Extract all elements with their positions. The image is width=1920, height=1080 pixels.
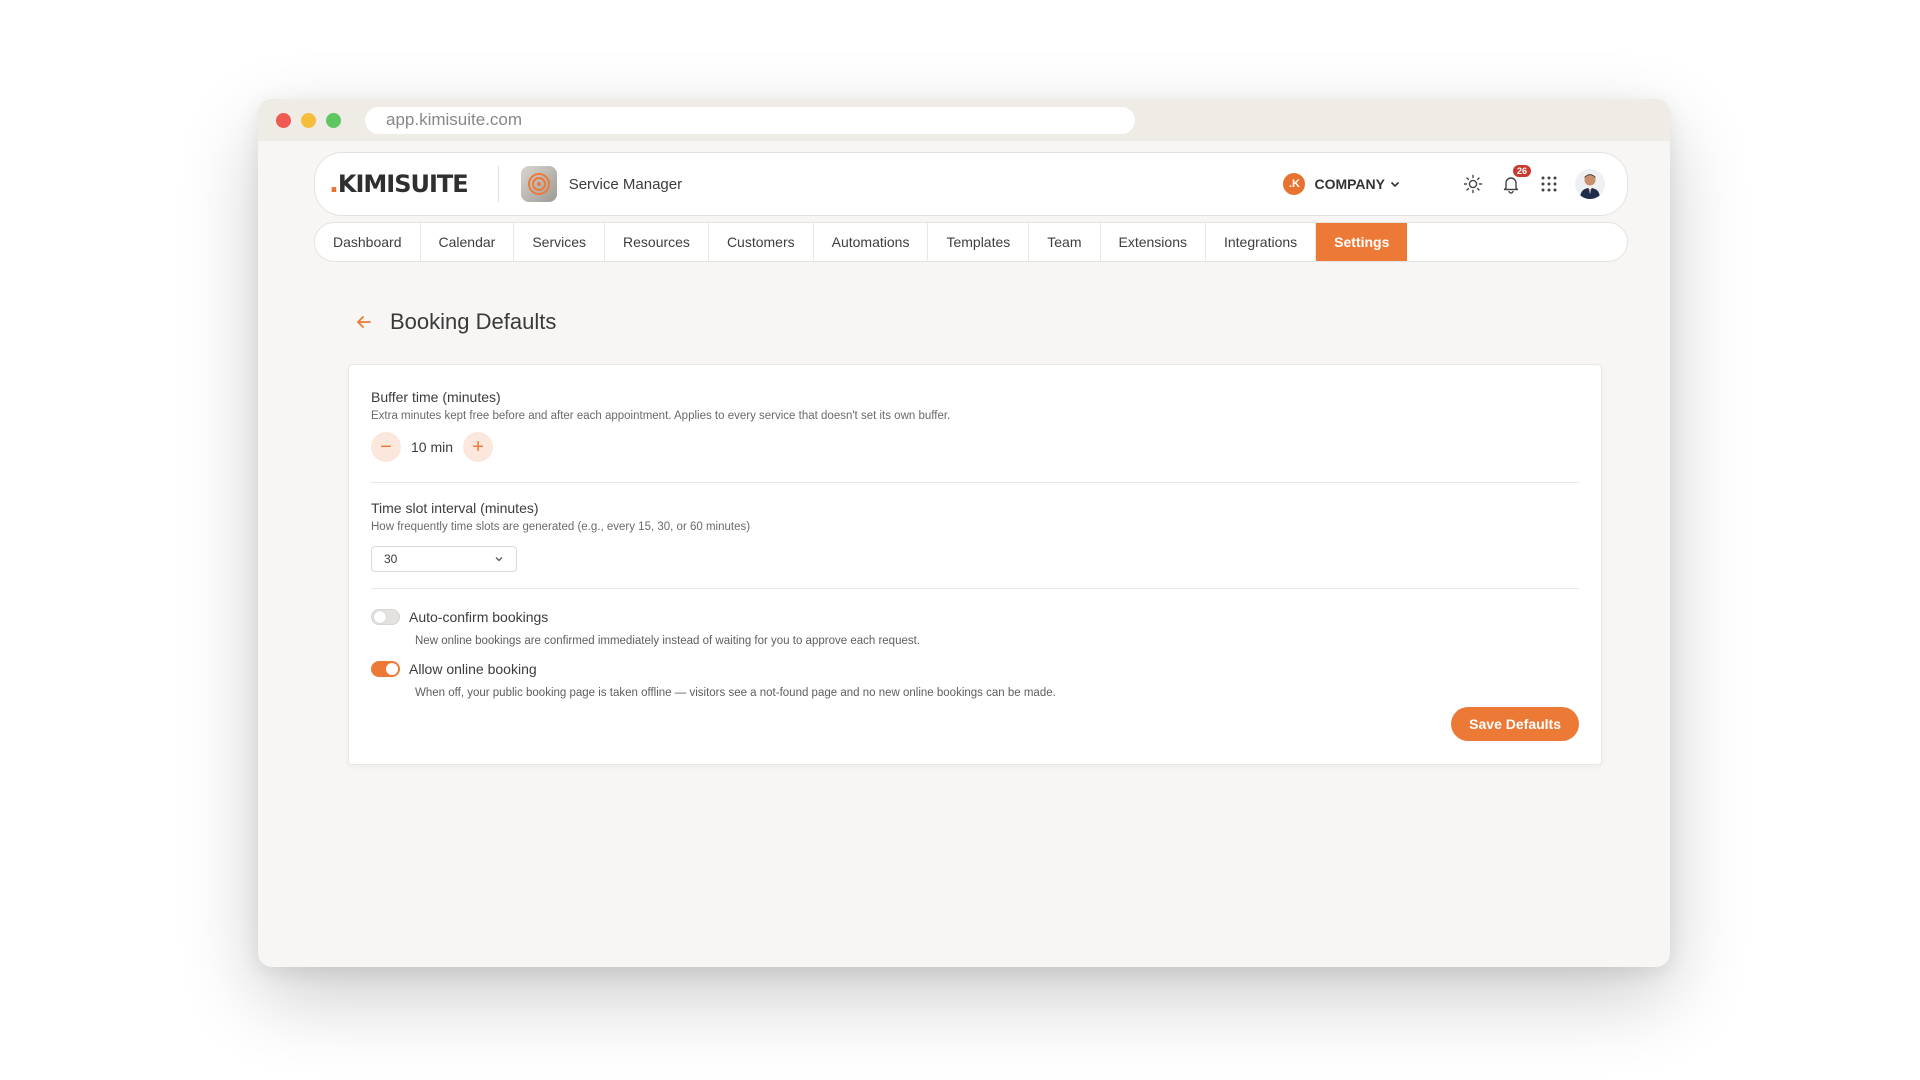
kimisuite-logo[interactable]: . KIMISUITE (329, 169, 469, 199)
tab-label: Extensions (1118, 234, 1187, 250)
auto-confirm-row: Auto-confirm bookings New online booking… (371, 609, 1581, 647)
company-switcher[interactable]: .K COMPANY (1283, 173, 1401, 195)
auto-confirm-toggle[interactable] (371, 609, 400, 625)
tab-label: Customers (726, 234, 795, 250)
tab-label: Settings (1334, 234, 1390, 250)
toggle-knob (386, 663, 398, 675)
tab-resources[interactable]: Resources (605, 223, 709, 261)
tab-extensions[interactable]: Extensions (1101, 223, 1206, 261)
tab-integrations[interactable]: Integrations (1206, 223, 1317, 261)
bell-icon[interactable]: 26 (1499, 165, 1531, 196)
app-header: . KIMISUITE Service Manager .K COMPANY 2… (314, 152, 1628, 216)
tab-templates[interactable]: Templates (928, 223, 1030, 261)
header-divider (497, 166, 499, 202)
browser-window: app.kimisuite.com . KIMISUITE Service Ma… (258, 99, 1670, 967)
online-booking-description: When off, your public booking page is ta… (415, 687, 1056, 699)
tab-label: Dashboard (333, 234, 402, 250)
time-slot-interval-section: Time slot interval (minutes) How frequen… (371, 500, 1581, 572)
time-slot-interval-label: Time slot interval (minutes) (371, 500, 539, 516)
booking-defaults-card: Buffer time (minutes) Extra minutes kept… (348, 364, 1602, 765)
notification-count-badge: 26 (1512, 165, 1531, 177)
online-booking-label: Allow online booking (409, 661, 537, 677)
page-title: Booking Defaults (390, 309, 557, 334)
tab-label: Automations (831, 234, 910, 250)
increment-buffer-button[interactable]: + (463, 432, 494, 462)
toggle-knob (374, 611, 386, 623)
auto-confirm-description: New online bookings are confirmed immedi… (415, 635, 921, 647)
time-slot-interval-description: How frequently time slots are generated … (371, 521, 751, 533)
main-navigation: Dashboard Calendar Services Resources Cu… (314, 222, 1628, 262)
selected-interval-value: 30 (384, 552, 398, 566)
address-bar[interactable]: app.kimisuite.com (365, 106, 1135, 134)
chevron-down-icon (495, 557, 503, 562)
minimize-window-button[interactable] (301, 112, 316, 128)
chevron-down-icon (1390, 181, 1400, 188)
time-slot-interval-select[interactable]: 30 (371, 546, 517, 572)
tab-label: Calendar (438, 234, 496, 250)
logo-text: KIMISUITE (337, 170, 469, 198)
company-label: COMPANY (1314, 176, 1385, 192)
tab-label: Integrations (1223, 234, 1298, 250)
page-header: Booking Defaults (354, 309, 556, 335)
browser-titlebar: app.kimisuite.com (258, 99, 1670, 141)
buffer-time-value: 10 min (411, 439, 454, 455)
tab-label: Team (1047, 234, 1082, 250)
tab-settings[interactable]: Settings (1316, 223, 1408, 261)
service-manager-app-icon (520, 166, 557, 202)
online-booking-toggle[interactable] (371, 661, 400, 677)
section-divider (371, 482, 1579, 483)
tab-services[interactable]: Services (514, 223, 606, 261)
online-booking-row: Allow online booking When off, your publ… (371, 661, 1581, 699)
sun-icon[interactable] (1461, 172, 1485, 196)
tab-dashboard[interactable]: Dashboard (315, 223, 421, 261)
tab-label: Services (532, 234, 587, 250)
tab-label: Resources (623, 234, 690, 250)
tab-calendar[interactable]: Calendar (421, 223, 515, 261)
close-window-button[interactable] (276, 112, 291, 128)
section-divider (371, 588, 1579, 589)
tab-automations[interactable]: Automations (814, 223, 929, 261)
save-defaults-button[interactable]: Save Defaults (1451, 707, 1579, 741)
tab-label: Templates (946, 234, 1011, 250)
buffer-time-section: Buffer time (minutes) Extra minutes kept… (371, 389, 1581, 462)
buffer-time-stepper: − 10 min + (371, 432, 1581, 462)
avatar[interactable] (1575, 169, 1605, 199)
back-arrow-icon[interactable] (354, 312, 374, 332)
apps-grid-icon[interactable] (1537, 172, 1561, 196)
maximize-window-button[interactable] (326, 112, 341, 128)
tab-customers[interactable]: Customers (709, 223, 814, 261)
tab-team[interactable]: Team (1029, 223, 1101, 261)
app-name: Service Manager (568, 175, 683, 193)
logo-dot: . (329, 169, 339, 199)
decrement-buffer-button[interactable]: − (371, 432, 401, 462)
buffer-time-description: Extra minutes kept free before and after… (371, 410, 951, 422)
url-text: app.kimisuite.com (386, 110, 523, 129)
buffer-time-label: Buffer time (minutes) (371, 389, 501, 405)
auto-confirm-label: Auto-confirm bookings (409, 609, 549, 625)
company-badge: .K (1283, 173, 1306, 195)
